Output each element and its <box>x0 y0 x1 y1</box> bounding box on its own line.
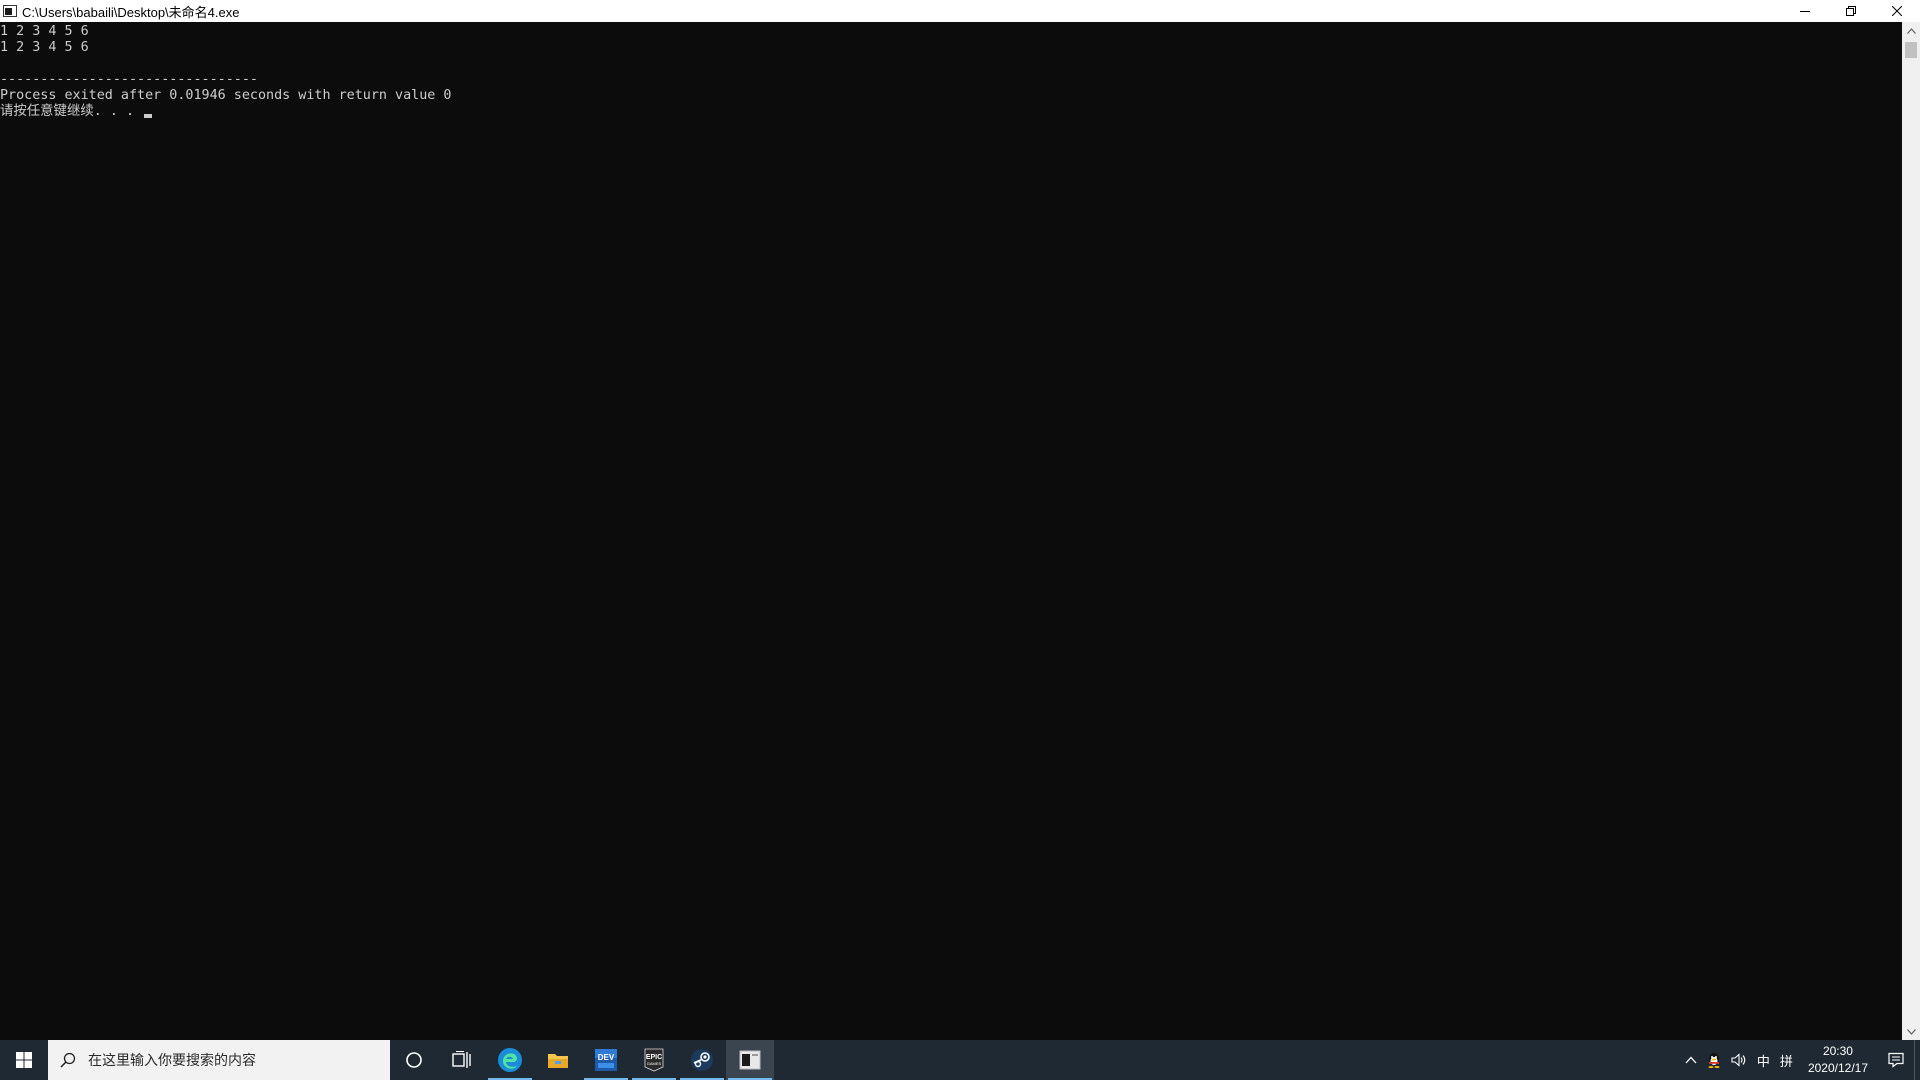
ime-mode-button[interactable]: 拼 <box>1775 1040 1798 1080</box>
console-line: Process exited after 0.01946 seconds wit… <box>0 88 452 103</box>
window-titlebar[interactable]: C:\Users\babaili\Desktop\未命名4.exe <box>0 0 1920 22</box>
epic-games-icon: EPIC GAMES <box>644 1048 664 1072</box>
volume-button[interactable] <box>1726 1040 1752 1080</box>
taskbar-search-input[interactable]: 在这里输入你要搜索的内容 <box>48 1040 390 1080</box>
scroll-down-button[interactable] <box>1902 1023 1920 1040</box>
taskbar-app-epic-games[interactable]: EPIC GAMES <box>630 1040 678 1080</box>
search-placeholder: 在这里输入你要搜索的内容 <box>88 1052 256 1068</box>
show-hidden-icons-button[interactable] <box>1680 1040 1702 1080</box>
penguin-icon <box>1708 1053 1720 1068</box>
circle-icon <box>406 1052 422 1068</box>
clock-date: 2020/12/17 <box>1807 1061 1868 1075</box>
console-prompt-line: 请按任意键继续. . . <box>0 104 153 120</box>
console-prompt-text: 请按任意键继续. . . <box>0 104 143 119</box>
clock-button[interactable]: 20:30 2020/12/17 <box>1798 1040 1878 1080</box>
console-icon <box>739 1050 761 1070</box>
svg-text:GAMES: GAMES <box>647 1061 662 1066</box>
text-cursor <box>144 114 153 118</box>
window-title: C:\Users\babaili\Desktop\未命名4.exe <box>22 4 240 20</box>
show-desktop-button[interactable] <box>1914 1040 1920 1080</box>
scroll-up-button[interactable] <box>1902 22 1920 39</box>
vertical-scrollbar[interactable] <box>1902 22 1920 1040</box>
restore-button[interactable] <box>1828 0 1874 22</box>
close-icon <box>1892 6 1902 16</box>
restore-icon <box>1846 6 1856 16</box>
speaker-icon <box>1731 1053 1746 1067</box>
taskbar-app-dev-cpp[interactable]: DEV <box>582 1040 630 1080</box>
notification-icon <box>1888 1052 1904 1068</box>
dev-cpp-icon: DEV <box>595 1049 617 1071</box>
edge-icon <box>498 1048 522 1072</box>
taskbar-app-edge[interactable] <box>486 1040 534 1080</box>
minimize-button[interactable] <box>1782 0 1828 22</box>
console-line: -------------------------------- <box>0 72 258 87</box>
taskbar: 在这里输入你要搜索的内容 DEV EPIC GAMES 中 拼 20:30 20… <box>0 1040 1920 1080</box>
qq-tray-button[interactable] <box>1702 1040 1726 1080</box>
action-center-button[interactable] <box>1878 1040 1914 1080</box>
taskbar-app-steam[interactable] <box>678 1040 726 1080</box>
console-line: 1 2 3 4 5 6 <box>0 40 89 55</box>
folder-icon <box>548 1054 568 1068</box>
chevron-up-icon <box>1906 27 1916 34</box>
console-output[interactable]: 1 2 3 4 5 6 1 2 3 4 5 6 ----------------… <box>0 22 1902 1040</box>
chevron-down-icon <box>1906 1028 1916 1035</box>
taskbar-app-file-explorer[interactable] <box>534 1040 582 1080</box>
taskbar-app-console[interactable] <box>726 1040 774 1080</box>
close-button[interactable] <box>1874 0 1920 22</box>
window-controls <box>1782 0 1920 22</box>
start-button[interactable] <box>0 1040 48 1080</box>
svg-text:DEV: DEV <box>598 1053 615 1062</box>
clock-time: 20:30 <box>1822 1044 1853 1058</box>
svg-text:EPIC: EPIC <box>646 1054 662 1061</box>
system-tray: 中 拼 20:30 2020/12/17 <box>1680 1040 1920 1080</box>
ime-language-button[interactable]: 中 <box>1752 1040 1775 1080</box>
minimize-icon <box>1800 11 1810 12</box>
search-icon <box>60 1052 76 1068</box>
windows-logo-icon <box>16 1052 32 1068</box>
chevron-up-icon <box>1685 1056 1697 1064</box>
cortana-button[interactable] <box>390 1040 438 1080</box>
console-app-icon <box>3 5 17 17</box>
console-line: 1 2 3 4 5 6 <box>0 24 89 39</box>
task-view-icon <box>452 1051 471 1068</box>
scroll-thumb[interactable] <box>1905 42 1917 58</box>
steam-icon <box>691 1049 713 1071</box>
task-view-button[interactable] <box>438 1040 486 1080</box>
